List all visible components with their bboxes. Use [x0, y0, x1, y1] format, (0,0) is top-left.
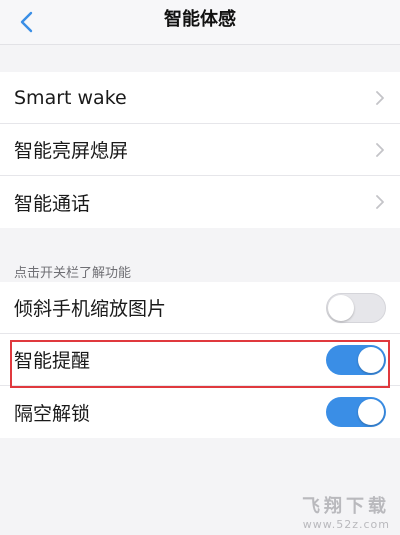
row-label: 隔空解锁	[14, 402, 91, 425]
toggle-knob	[358, 399, 384, 425]
row-label: 智能提醒	[14, 350, 91, 372]
row-label: 倾斜手机缩放图片	[14, 298, 167, 320]
row-tilt-zoom[interactable]: 倾斜手机缩放图片	[0, 282, 400, 334]
watermark-url: www.52z.com	[302, 518, 390, 531]
chevron-right-icon	[376, 142, 384, 157]
row-label: Smart wake	[14, 86, 127, 109]
row-smart-call[interactable]: 智能通话	[0, 176, 400, 228]
settings-group-toggles: 倾斜手机缩放图片 智能提醒 隔空解锁	[0, 282, 400, 438]
page-title: 智能体感	[164, 9, 236, 30]
toggle-switch-air-unlock[interactable]	[326, 397, 386, 427]
chevron-right-icon	[376, 195, 384, 209]
row-label: 智能亮屏熄屏	[14, 140, 129, 162]
nav-bar: 智能体感	[0, 0, 400, 45]
row-smart-wake[interactable]: Smart wake	[0, 72, 400, 124]
row-smart-reminder[interactable]: 智能提醒	[0, 334, 400, 386]
row-smart-screen-on-off[interactable]: 智能亮屏熄屏	[0, 124, 400, 176]
row-air-unlock[interactable]: 隔空解锁	[0, 386, 400, 438]
watermark: 飞翔下载 www.52z.com	[302, 492, 390, 531]
chevron-right-icon	[376, 90, 384, 105]
toggle-knob	[328, 294, 354, 321]
section-header: 点击开关栏了解功能	[14, 266, 132, 281]
toggle-switch-tilt-zoom[interactable]	[326, 292, 386, 323]
settings-group-primary: Smart wake 智能亮屏熄屏 智能通话	[0, 72, 400, 228]
toggle-knob	[358, 346, 384, 373]
watermark-text: 飞翔下载	[302, 496, 390, 517]
toggle-switch-smart-reminder[interactable]	[326, 344, 386, 375]
row-label: 智能通话	[14, 192, 91, 215]
